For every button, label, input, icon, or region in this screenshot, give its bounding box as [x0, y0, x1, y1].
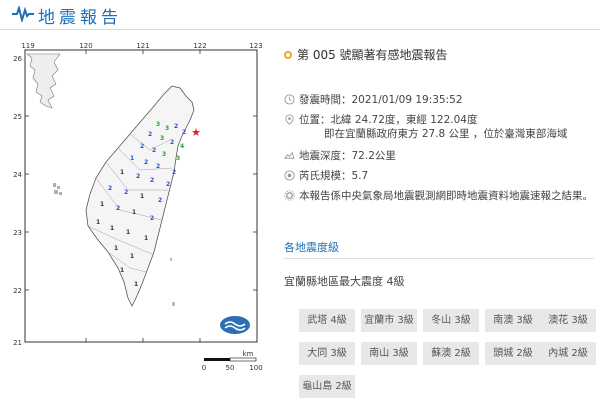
svg-text:2: 2	[116, 205, 120, 212]
svg-text:1: 1	[144, 235, 148, 242]
lat-tick-label: 23	[13, 229, 22, 237]
max-intensity-text: 宜蘭縣地區最大震度 4級	[284, 275, 405, 288]
page-title: 地震報告	[38, 8, 122, 28]
intensity-chip: 龜山島 2級	[299, 375, 355, 398]
svg-text:1: 1	[134, 281, 138, 288]
svg-text:1: 1	[100, 201, 104, 208]
svg-text:2: 2	[150, 215, 154, 222]
svg-text:3: 3	[176, 155, 180, 162]
svg-text:2: 2	[140, 143, 144, 150]
intensity-chip: 內城 2級	[540, 342, 596, 365]
lat-tick-label: 21	[13, 339, 22, 347]
svg-text:2: 2	[156, 163, 160, 170]
lat-tick-labels: 26 25 24 23 22 21	[13, 55, 22, 347]
intensity-chip: 澳花 3級	[540, 309, 596, 332]
lon-tick-label: 120	[79, 42, 92, 50]
earthquake-map: 119 120 121 122 123 26 25 24 23 22 21 3 …	[0, 40, 272, 401]
svg-text:3: 3	[160, 135, 164, 142]
cwb-logo	[220, 316, 250, 334]
intensity-chip: 武塔 4級	[299, 309, 355, 332]
intensity-chip: 蘇澳 2級	[423, 342, 479, 365]
lon-tick-label: 119	[21, 42, 34, 50]
svg-text:1: 1	[110, 225, 114, 232]
svg-text:1: 1	[130, 155, 134, 162]
page-header: 地震報告	[0, 0, 600, 30]
seismic-wave-icon	[12, 6, 34, 22]
svg-text:2: 2	[144, 159, 148, 166]
gear-icon	[284, 190, 295, 201]
lon-tick-label: 122	[193, 42, 206, 50]
svg-text:2: 2	[148, 131, 152, 138]
scale-tick: 0	[202, 364, 206, 372]
lon-tick-label: 123	[249, 42, 262, 50]
svg-text:2: 2	[108, 185, 112, 192]
depth-row: 地震深度：72.2公里	[284, 148, 396, 163]
svg-text:4: 4	[180, 143, 184, 150]
svg-text:1: 1	[126, 229, 130, 236]
svg-text:2: 2	[136, 173, 140, 180]
svg-text:1: 1	[120, 267, 124, 274]
intensity-chip: 大同 3級	[299, 342, 355, 365]
lanyu-island	[172, 302, 175, 306]
svg-text:3: 3	[156, 121, 160, 128]
lat-tick-label: 22	[13, 287, 22, 295]
svg-text:2: 2	[170, 139, 174, 146]
intensity-chip: 頭城 2級	[485, 342, 541, 365]
note-row: 本報告係中央氣象局地震觀測網即時地震資料地震速報之結果。	[284, 188, 593, 203]
svg-text:2: 2	[182, 129, 186, 136]
svg-text:3: 3	[165, 125, 169, 132]
svg-text:1: 1	[96, 219, 100, 226]
scale-unit: km	[243, 350, 254, 358]
svg-text:1: 1	[140, 193, 144, 200]
section-divider	[284, 258, 594, 259]
epicenter-star-icon: ★	[191, 126, 201, 139]
scale-bar: km 0 50 100	[202, 350, 263, 372]
depth-icon	[284, 151, 295, 159]
intensity-chip: 冬山 3級	[423, 309, 479, 332]
lat-tick-label: 24	[13, 171, 22, 179]
magnitude-icon	[284, 170, 295, 181]
svg-text:3: 3	[162, 151, 166, 158]
lat-tick-label: 26	[13, 55, 22, 63]
location-row: 位置：北緯 24.72度，東經 122.04度 即在宜蘭縣政府東方 27.8 公…	[284, 112, 567, 140]
svg-text:2: 2	[166, 181, 170, 188]
svg-text:1: 1	[114, 245, 118, 252]
scale-tick: 50	[226, 364, 235, 372]
location-detail: 即在宜蘭縣政府東方 27.8 公里 ，位於臺灣東部海域	[324, 128, 568, 140]
circle-bullet-icon	[284, 51, 292, 59]
svg-text:1: 1	[130, 253, 134, 260]
intensity-chip: 南澳 3級	[485, 309, 541, 332]
scale-tick: 100	[249, 364, 262, 372]
lon-tick-labels: 119 120 121 122 123	[21, 42, 262, 50]
magnitude-row: 芮氏規模：5.7	[284, 168, 368, 183]
lat-tick-label: 25	[13, 113, 22, 121]
svg-text:2: 2	[124, 189, 128, 196]
intensity-section-title: 各地震度級	[284, 241, 339, 254]
svg-text:2: 2	[158, 197, 162, 204]
report-title: 第 005 號顯著有感地震報告	[284, 46, 448, 63]
origin-time-row: 發震時間：2021/01/09 19:35:52	[284, 92, 463, 107]
location-pin-icon	[285, 114, 294, 125]
clock-icon	[284, 94, 295, 105]
lon-tick-label: 121	[136, 42, 149, 50]
svg-text:1: 1	[120, 169, 124, 176]
svg-text:1: 1	[132, 209, 136, 216]
svg-text:2: 2	[150, 177, 154, 184]
svg-text:2: 2	[152, 147, 156, 154]
svg-text:2: 2	[172, 169, 176, 176]
intensity-chip: 宜蘭市 3級	[361, 309, 417, 332]
green-island	[170, 258, 172, 261]
intensity-chip: 南山 3級	[361, 342, 417, 365]
svg-text:2: 2	[174, 123, 178, 130]
